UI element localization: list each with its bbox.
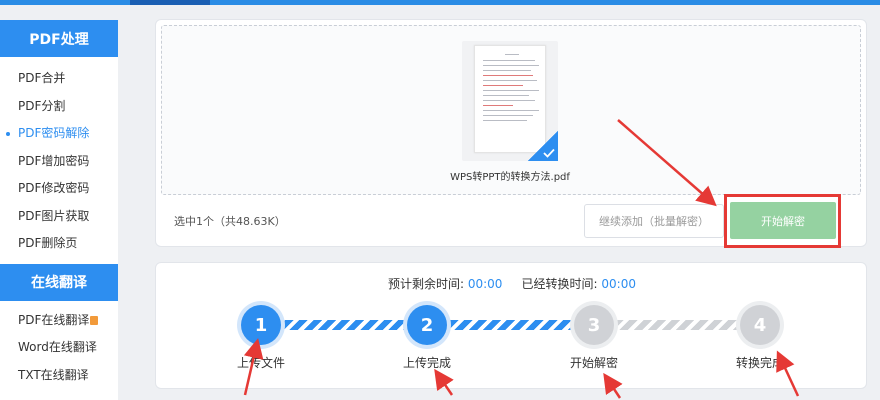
step-2-circle: 2 (407, 305, 447, 345)
step-2-label: 上传完成 (402, 356, 451, 370)
time-status: 预计剩余时间: 00:00 已经转换时间: 00:00 (156, 275, 868, 292)
sidebar-section-title-translate[interactable]: 在线翻译 (0, 263, 118, 301)
sidebar-item-label: PDF密码解除 (18, 126, 90, 140)
sidebar-item-label: TXT在线翻译 (18, 367, 89, 382)
step-4-circle: 4 (740, 305, 780, 345)
step-4-label: 转换完成 (735, 356, 784, 370)
selection-info: 选中1个（共48.63K） (174, 215, 286, 228)
file-drop-zone[interactable]: WPS转PPT的转换方法.pdf (161, 25, 861, 195)
sidebar-section-title-pdf[interactable]: PDF处理 (0, 20, 118, 57)
highlight-box (724, 194, 841, 248)
sidebar-item-pdf-extract-images[interactable]: PDF图片获取 (0, 203, 118, 231)
progress-panel: 预计剩余时间: 00:00 已经转换时间: 00:00 1 2 3 4 上传文件… (155, 262, 867, 389)
sidebar-item-label: PDF修改密码 (18, 181, 90, 195)
sidebar-list-translate: PDF在线翻译 Word在线翻译 TXT在线翻译 (0, 301, 118, 396)
sidebar-item-pdf-split[interactable]: PDF分割 (0, 93, 118, 121)
selected-check-icon (528, 131, 558, 161)
elapsed-time-label: 已经转换时间: (521, 277, 598, 291)
sidebar-item-word-translate[interactable]: Word在线翻译 (0, 334, 118, 362)
sidebar-item-label: Word在线翻译 (18, 340, 97, 354)
file-name: WPS转PPT的转换方法.pdf (450, 172, 570, 183)
file-thumbnail[interactable] (462, 41, 558, 161)
top-bar (0, 0, 880, 5)
sidebar-list-pdf: PDF合并 PDF分割 PDF密码解除 PDF增加密码 PDF修改密码 PDF图… (0, 57, 118, 264)
step-3-circle: 3 (574, 305, 614, 345)
progress-track-1 (281, 320, 411, 330)
new-badge-icon (90, 315, 99, 325)
add-more-files-button[interactable]: 继续添加（批量解密） (584, 204, 724, 238)
sidebar-item-pdf-decrypt[interactable]: PDF密码解除 (0, 120, 118, 148)
progress-track-2 (446, 320, 576, 330)
sidebar-item-label: PDF增加密码 (18, 153, 90, 168)
sidebar-item-pdf-delete-pages[interactable]: PDF删除页 (0, 230, 118, 258)
sidebar-item-pdf-merge[interactable]: PDF合并 (0, 65, 118, 93)
sidebar-item-txt-translate[interactable]: TXT在线翻译 (0, 362, 118, 390)
active-dot-icon (6, 132, 10, 136)
sidebar-item-label: PDF分割 (18, 98, 66, 113)
sidebar-item-label: PDF删除页 (18, 236, 78, 250)
sidebar-item-label: PDF图片获取 (18, 208, 90, 223)
elapsed-time-value: 00:00 (601, 277, 636, 291)
sidebar-item-label: PDF合并 (18, 71, 66, 85)
sidebar-item-pdf-add-password[interactable]: PDF增加密码 (0, 148, 118, 176)
sidebar-item-label: PDF在线翻译 (18, 312, 90, 327)
step-1-circle: 1 (241, 305, 281, 345)
step-1-label: 上传文件 (236, 356, 285, 370)
sidebar-item-pdf-change-password[interactable]: PDF修改密码 (0, 175, 118, 203)
progress-track-3 (611, 320, 741, 330)
upload-panel: WPS转PPT的转换方法.pdf 选中1个（共48.63K） 继续添加（批量解密… (155, 19, 867, 248)
remaining-time-value: 00:00 (467, 277, 503, 291)
step-3-label: 开始解密 (569, 356, 618, 370)
sidebar: PDF处理 PDF合并 PDF分割 PDF密码解除 PDF增加密码 PDF修改密… (0, 20, 118, 400)
sidebar-item-pdf-translate[interactable]: PDF在线翻译 (0, 307, 118, 335)
top-bar-active-tab (130, 0, 210, 5)
remaining-time-label: 预计剩余时间: (387, 277, 465, 291)
